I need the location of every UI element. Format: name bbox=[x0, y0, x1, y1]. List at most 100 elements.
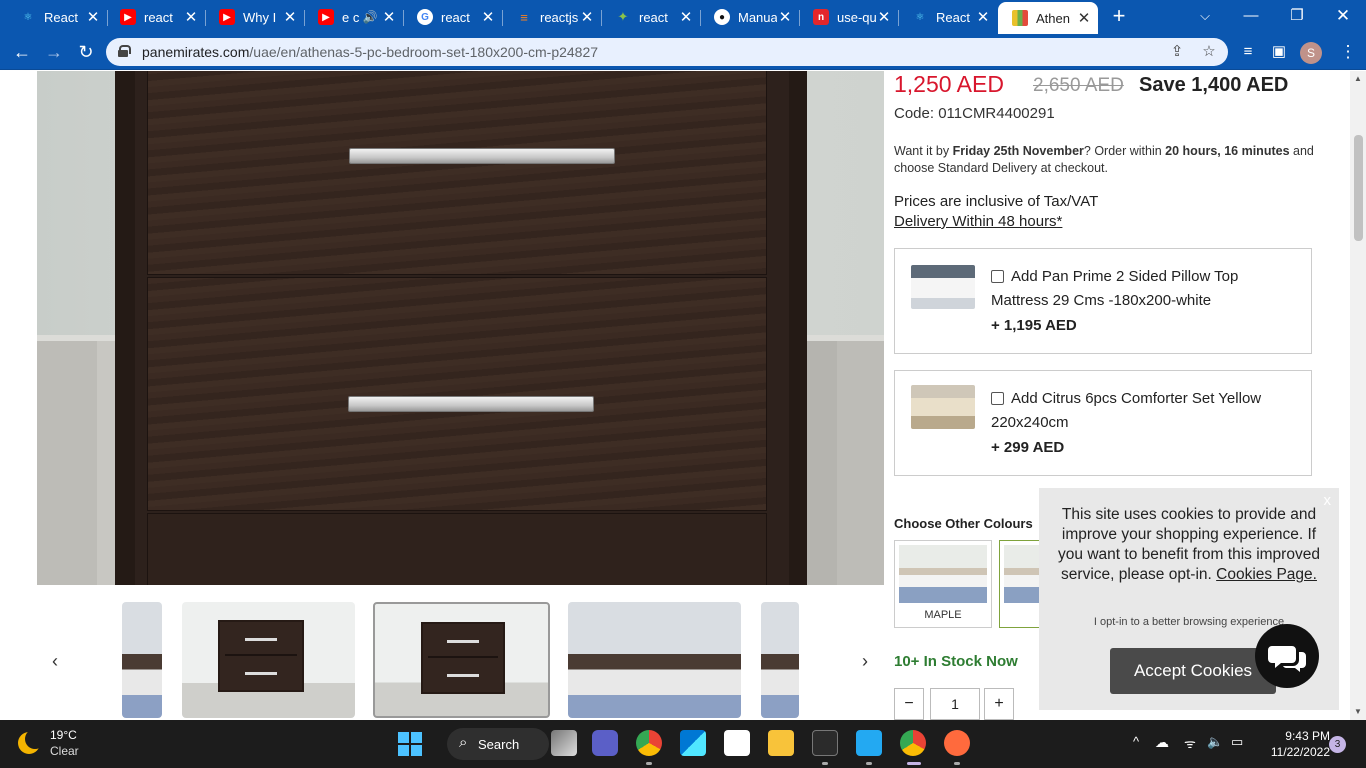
drawer-handle bbox=[349, 148, 615, 164]
side-panel-icon[interactable]: ▣ bbox=[1265, 38, 1293, 66]
tab-close-icon[interactable]: ✕ bbox=[381, 8, 397, 26]
tab-youtube-playing[interactable]: ▶ e c 🔊 ✕ bbox=[304, 2, 403, 32]
share-icon[interactable]: ⇪ bbox=[1166, 42, 1188, 62]
tax-note: Prices are inclusive of Tax/VAT bbox=[894, 193, 1099, 210]
weather-widget[interactable]: 19°C Clear bbox=[18, 726, 138, 762]
tab-youtube-why[interactable]: ▶ Why I ✕ bbox=[205, 2, 304, 32]
tab-athenas-active[interactable]: Athen ✕ bbox=[998, 2, 1098, 34]
terminal-icon[interactable] bbox=[812, 730, 838, 756]
volume-icon[interactable]: 🔈 bbox=[1207, 734, 1223, 750]
tab-search-button[interactable]: ⌵ bbox=[1185, 2, 1225, 30]
colour-swatch-maple[interactable]: MAPLE bbox=[894, 540, 992, 628]
chrome-profile-icon[interactable] bbox=[900, 730, 926, 756]
tab-close-icon[interactable]: ✕ bbox=[1076, 9, 1092, 27]
chrome-menu-icon[interactable]: ⋮ bbox=[1334, 38, 1362, 66]
tab-close-icon[interactable]: ✕ bbox=[876, 8, 892, 26]
tab-title: react bbox=[144, 9, 173, 25]
scroll-down-arrow-icon[interactable]: ▼ bbox=[1353, 707, 1363, 717]
page-scrollbar[interactable]: ▲ ▼ bbox=[1350, 71, 1366, 720]
system-clock[interactable]: 9:43 PM 11/22/2022 bbox=[1262, 728, 1330, 760]
scroll-up-arrow-icon[interactable]: ▲ bbox=[1353, 74, 1363, 84]
chat-widget-button[interactable] bbox=[1255, 624, 1319, 688]
addon-comforter: Add Citrus 6pcs Comforter Set Yellow 220… bbox=[894, 370, 1312, 476]
notification-badge[interactable]: 3 bbox=[1329, 736, 1346, 753]
tab-react-3[interactable]: ✦ react ✕ bbox=[601, 2, 700, 32]
thumbnail-nightstand-angle[interactable] bbox=[182, 602, 355, 718]
bookmark-star-icon[interactable]: ☆ bbox=[1198, 42, 1220, 62]
quantity-decrease-button[interactable]: − bbox=[894, 688, 924, 720]
addon-comforter-label[interactable]: Add Citrus 6pcs Comforter Set Yellow 220… bbox=[991, 387, 1291, 435]
taskbar-search[interactable]: ⌕ Search bbox=[447, 728, 549, 760]
addon-mattress-label[interactable]: Add Pan Prime 2 Sided Pillow Top Mattres… bbox=[991, 265, 1291, 313]
media-controls-icon[interactable]: ≡ bbox=[1234, 38, 1262, 66]
profile-avatar[interactable]: S bbox=[1300, 42, 1322, 64]
tab-close-icon[interactable]: ✕ bbox=[975, 8, 991, 26]
tab-close-icon[interactable]: ✕ bbox=[579, 8, 595, 26]
tab-close-icon[interactable]: ✕ bbox=[85, 8, 101, 26]
gallery-next-button[interactable]: › bbox=[855, 651, 875, 671]
react-favicon-icon: ⚛ bbox=[915, 11, 925, 23]
thumbnail-bedroom-partial[interactable] bbox=[761, 602, 799, 718]
quantity-input[interactable]: 1 bbox=[930, 688, 980, 720]
minimize-button[interactable]: — bbox=[1231, 2, 1271, 30]
start-button[interactable] bbox=[398, 732, 422, 756]
clock-time: 9:43 PM bbox=[1285, 729, 1330, 743]
back-button[interactable]: ← bbox=[8, 38, 36, 66]
close-window-button[interactable]: ✕ bbox=[1323, 2, 1363, 30]
wifi-icon[interactable]: ᯤ bbox=[1184, 734, 1196, 752]
addon-mattress-price: + 1,195 AED bbox=[991, 317, 1077, 334]
tab-youtube-react[interactable]: ▶ react ✕ bbox=[106, 2, 205, 32]
tab-close-icon[interactable]: ✕ bbox=[777, 8, 793, 26]
google-favicon-icon: G bbox=[417, 9, 433, 25]
snipping-tool-icon[interactable] bbox=[724, 730, 750, 756]
tab-close-icon[interactable]: ✕ bbox=[183, 8, 199, 26]
gallery-prev-button[interactable]: ‹ bbox=[45, 651, 65, 671]
product-main-image[interactable] bbox=[37, 71, 884, 585]
tab-react-4[interactable]: ⚛ React ✕ bbox=[898, 2, 997, 32]
microsoft-store-icon[interactable] bbox=[680, 730, 706, 756]
task-view-icon[interactable] bbox=[551, 730, 577, 756]
reload-button[interactable]: ↻ bbox=[72, 38, 100, 66]
onedrive-cloud-icon[interactable]: ☁ bbox=[1155, 734, 1169, 751]
tab-npm-use-query[interactable]: n use-qu ✕ bbox=[799, 2, 898, 32]
speaker-icon[interactable]: 🔊 bbox=[359, 10, 381, 24]
scrollbar-thumb[interactable] bbox=[1354, 135, 1363, 241]
drawer-handle bbox=[348, 396, 594, 412]
file-explorer-icon[interactable] bbox=[768, 730, 794, 756]
tab-google-react[interactable]: G react ✕ bbox=[403, 2, 502, 32]
tab-stackoverflow-reactjs[interactable]: ≡ reactjs ✕ bbox=[502, 2, 601, 32]
address-bar[interactable]: panemirates.com/uae/en/athenas-5-pc-bedr… bbox=[106, 38, 1228, 66]
cookie-close-button[interactable]: x bbox=[1324, 492, 1332, 509]
sparkle-favicon-icon: ✦ bbox=[617, 9, 629, 24]
tab-github-manual[interactable]: ● Manua ✕ bbox=[700, 2, 799, 32]
postman-icon[interactable] bbox=[944, 730, 970, 756]
battery-icon[interactable]: ▭ bbox=[1231, 734, 1243, 750]
tab-close-icon[interactable]: ✕ bbox=[282, 8, 298, 26]
delivery-48h-link[interactable]: Delivery Within 48 hours* bbox=[894, 213, 1062, 230]
thumbnail-nightstand-front-selected[interactable] bbox=[373, 602, 550, 718]
quantity-increase-button[interactable]: + bbox=[984, 688, 1014, 720]
tab-close-icon[interactable]: ✕ bbox=[678, 8, 694, 26]
new-tab-button[interactable]: + bbox=[1108, 4, 1130, 28]
thumbnail-gallery: ‹ › bbox=[37, 593, 884, 720]
lock-icon[interactable] bbox=[118, 45, 131, 57]
url-text[interactable]: panemirates.com/uae/en/athenas-5-pc-bedr… bbox=[142, 44, 598, 60]
chrome-icon[interactable] bbox=[636, 730, 662, 756]
tab-title: Athen bbox=[1036, 10, 1070, 26]
tab-react-1[interactable]: ⚛ React ✕ bbox=[6, 2, 107, 32]
thumbnail-bedroom-partial[interactable] bbox=[122, 602, 162, 718]
tab-title: Manua bbox=[738, 9, 777, 25]
bottom-drawer bbox=[147, 277, 767, 511]
stackoverflow-favicon-icon: ≡ bbox=[520, 9, 528, 25]
tab-close-icon[interactable]: ✕ bbox=[480, 8, 496, 26]
tab-title: Why I bbox=[243, 9, 277, 25]
thumbnail-bedroom-set[interactable] bbox=[568, 602, 741, 718]
forward-button[interactable]: → bbox=[40, 38, 68, 66]
cookies-page-link[interactable]: Cookies Page. bbox=[1216, 566, 1317, 583]
maximize-button[interactable]: ❐ bbox=[1277, 2, 1317, 30]
tray-overflow-chevron-icon[interactable]: ^ bbox=[1133, 734, 1139, 749]
vscode-icon[interactable] bbox=[856, 730, 882, 756]
youtube-favicon-icon: ▶ bbox=[120, 9, 136, 25]
accept-cookies-button[interactable]: Accept Cookies bbox=[1110, 648, 1276, 694]
teams-chat-icon[interactable] bbox=[592, 730, 618, 756]
